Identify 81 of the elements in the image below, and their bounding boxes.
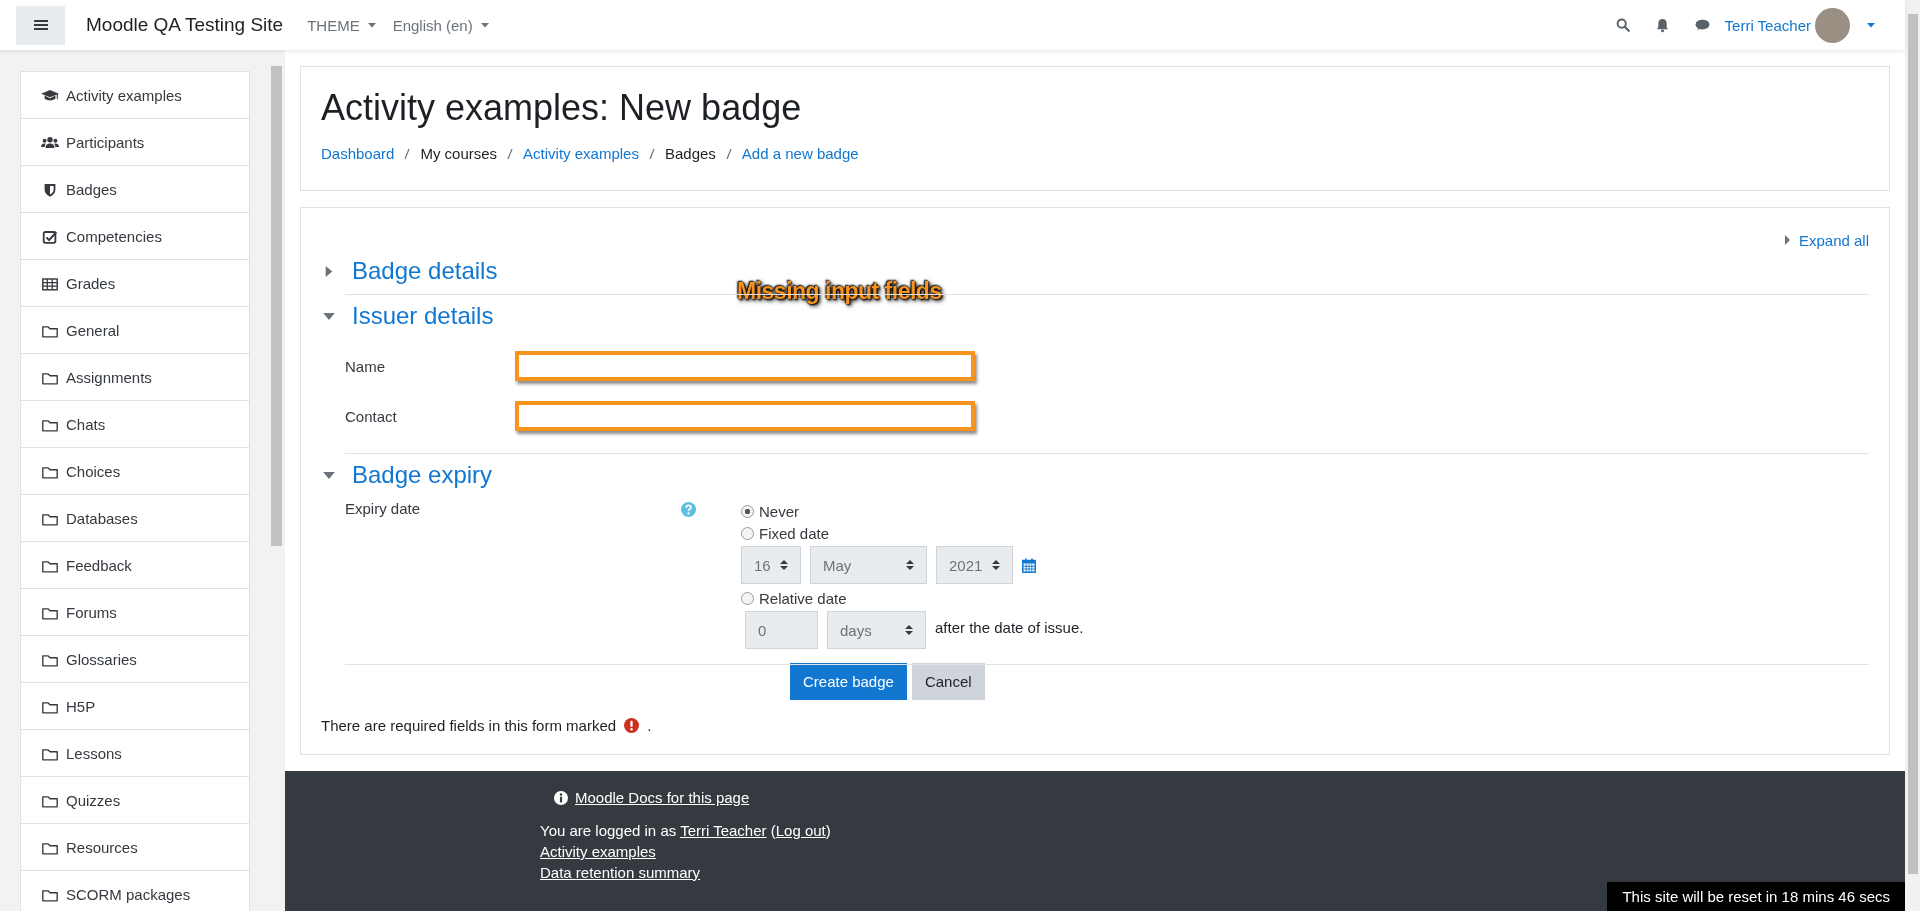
sort-arrows-icon: [906, 559, 914, 571]
help-icon: [681, 502, 696, 517]
logout-link[interactable]: Log out: [775, 822, 826, 839]
users-icon: [41, 134, 59, 150]
section-toggle[interactable]: Issuer details: [321, 295, 494, 339]
nav-item[interactable]: H5P: [21, 683, 249, 730]
breadcrumb-separator-icon: [646, 147, 657, 160]
cancel-button[interactable]: Cancel: [911, 663, 985, 700]
menu-icon: [33, 19, 48, 31]
breadcrumb-separator-icon: [723, 147, 734, 160]
text-input-field[interactable]: [515, 401, 975, 431]
footer-link[interactable]: Activity examples: [540, 843, 656, 860]
breadcrumb-link[interactable]: Add a new badge: [741, 145, 859, 163]
speech-bubble-icon: [1695, 18, 1711, 32]
nav-item[interactable]: Choices: [21, 448, 249, 495]
nav-item[interactable]: SCORM packages: [21, 871, 249, 911]
exclamation-icon: [624, 718, 640, 733]
sort-arrows-icon: [780, 559, 788, 571]
nav-item[interactable]: Databases: [21, 495, 249, 542]
nav-item[interactable]: Badges: [21, 166, 249, 213]
field-label: Expiry date: [345, 500, 422, 517]
reset-notice: This site will be reset in 18 mins 46 secs: [1607, 882, 1905, 911]
footer-link[interactable]: Data retention summary: [540, 864, 701, 881]
page-title: Activity examples: New badge: [321, 86, 803, 130]
nav-item[interactable]: Lessons: [21, 730, 249, 777]
breadcrumb-link[interactable]: Dashboard: [321, 145, 395, 163]
info-icon: [554, 790, 568, 805]
bell-icon: [1656, 17, 1670, 33]
nav-item[interactable]: Feedback: [21, 542, 249, 589]
nav-item[interactable]: Chats: [21, 401, 249, 448]
caret-icon: [367, 22, 376, 28]
caret-icon: [480, 22, 489, 28]
docs-link[interactable]: Moodle Docs for this page: [575, 789, 750, 806]
sort-arrows-icon: [992, 559, 1000, 571]
field-label: Name: [345, 357, 386, 375]
required-note: There are required fields in this form marked: [321, 717, 617, 734]
nav-item[interactable]: Quizzes: [21, 777, 249, 824]
caret-icon: [1867, 22, 1875, 28]
nav-item[interactable]: Activity examples: [21, 72, 249, 119]
scrollbar[interactable]: [1905, 0, 1920, 911]
radio-option[interactable]: Never: [741, 500, 1084, 522]
sort-arrows-icon: [905, 624, 913, 636]
site-name[interactable]: Moodle QA Testing Site: [86, 14, 284, 36]
user-menu[interactable]: Terri Teacher: [1724, 7, 1875, 43]
radio-button[interactable]: [741, 504, 754, 518]
caret-down-icon: [321, 471, 337, 479]
caret-icon: [1784, 235, 1791, 245]
section-toggle[interactable]: Badge expiry: [321, 454, 493, 498]
graduation-cap-icon: [41, 87, 59, 103]
table-icon: [41, 275, 59, 291]
calendar-button[interactable]: [1022, 557, 1036, 573]
nav-item[interactable]: Participants: [21, 119, 249, 166]
search-icon: [1615, 18, 1630, 32]
nav-item[interactable]: Glossaries: [21, 636, 249, 683]
user-link[interactable]: Terri Teacher: [680, 822, 767, 839]
text-input-field[interactable]: [515, 351, 975, 381]
avatar-image: [1815, 7, 1850, 43]
scrollbar-thumb[interactable]: [271, 66, 282, 546]
nav-item[interactable]: Resources: [21, 824, 249, 871]
nav-item[interactable]: Assignments: [21, 354, 249, 401]
nav-item[interactable]: Forums: [21, 589, 249, 636]
scrollbar-thumb[interactable]: [1907, 14, 1918, 874]
checkbox-icon: [41, 228, 59, 244]
submit-button[interactable]: Create badge: [790, 663, 907, 700]
field-label: Contact: [345, 407, 398, 425]
dropdown-menu[interactable]: English (en): [392, 16, 489, 34]
calendar-icon: [1022, 557, 1036, 573]
section-toggle[interactable]: Badge details: [321, 250, 498, 294]
breadcrumb-item: My courses: [420, 145, 498, 163]
expand-all-link[interactable]: Expand all: [1784, 230, 1869, 250]
menu-button[interactable]: [16, 5, 65, 45]
caret-down-icon: [321, 312, 337, 320]
breadcrumb-link[interactable]: Activity examples: [523, 145, 639, 163]
note-end: .: [647, 717, 652, 734]
breadcrumb-item: Badges: [664, 145, 716, 163]
login-info: You are logged in as Terri Teacher (Log out): [540, 821, 832, 841]
nav-item[interactable]: Competencies: [21, 213, 249, 260]
dropdown-menu[interactable]: THEME: [307, 16, 376, 34]
suffix-text: after the date of issue.: [935, 619, 1084, 636]
nav-item[interactable]: General: [21, 307, 249, 354]
nav-item[interactable]: Grades: [21, 260, 249, 307]
